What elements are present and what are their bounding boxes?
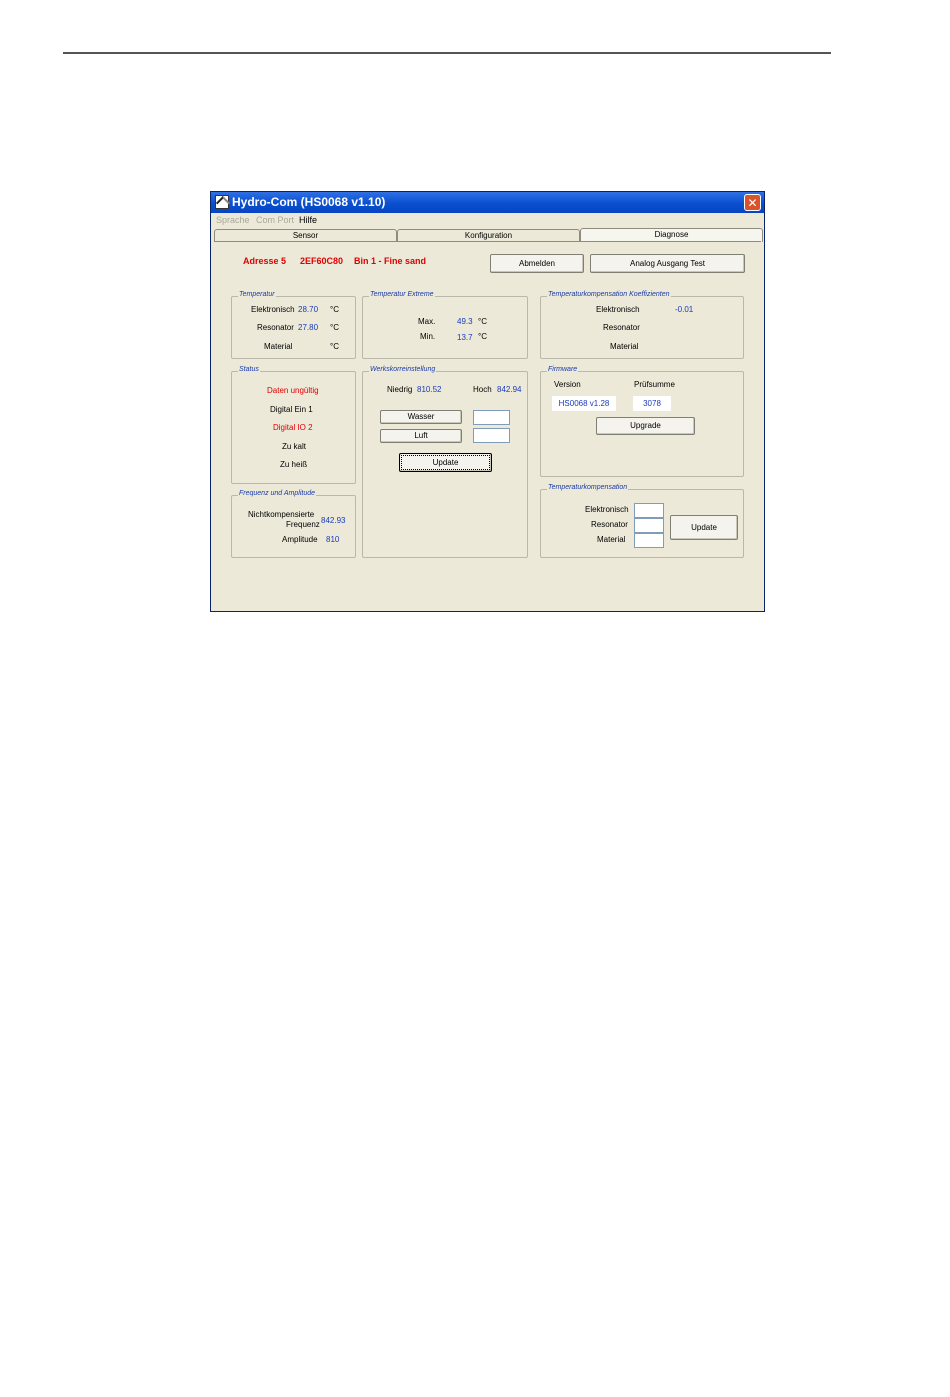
max-unit: °C	[478, 317, 487, 326]
group-title: Temperaturkompensation Koeffizienten	[547, 291, 671, 298]
nichtkompensierte-label: Nichtkompensierte	[248, 510, 315, 519]
temperatur-extreme-group: Temperatur Extreme Max. 49.3 °C Min. 13.…	[362, 291, 528, 359]
version-label: Version	[554, 380, 581, 389]
temp-resonator-value: 27.80	[298, 323, 319, 332]
firmware-group: Firmware Version Prüfsumme HS0068 v1.28 …	[540, 366, 744, 477]
wasser-button[interactable]: Wasser	[380, 410, 462, 424]
temperaturkompensation-koeffizienten-group: Temperaturkompensation Koeffizienten Ele…	[540, 291, 744, 359]
koeff-material-label: Material	[610, 342, 639, 351]
min-value: 13.7	[457, 333, 473, 342]
menu-bar: Sprache Com Port Hilfe	[211, 214, 764, 228]
tk-material-label: Material	[597, 535, 626, 544]
group-title: Status	[238, 366, 260, 373]
menu-sprache[interactable]: Sprache	[216, 215, 250, 225]
status-zu-heiss: Zu heiß	[280, 460, 308, 469]
temp-elektronisch-value: 28.70	[298, 305, 319, 314]
werkseinstellung-group: Werkskorreinstellung Niedrig 810.52 Hoch…	[362, 366, 528, 558]
tk-elektronisch-input[interactable]	[634, 503, 664, 518]
tk-update-button[interactable]: Update	[670, 515, 738, 540]
firmware-version-field: HS0068 v1.28	[552, 396, 616, 411]
app-window: Hydro-Com (HS0068 v1.10) ✕ Sprache Com P…	[210, 191, 765, 612]
status-daten-ungueltig: Daten ungültig	[267, 386, 319, 395]
menu-com-port[interactable]: Com Port	[256, 215, 294, 225]
temp-resonator-label: Resonator	[257, 323, 294, 332]
group-title: Firmware	[547, 366, 579, 373]
werks-update-button[interactable]: Update	[399, 453, 492, 472]
temp-unit: °C	[330, 342, 339, 351]
tab-konfiguration[interactable]: Konfiguration	[397, 229, 580, 241]
luft-button[interactable]: Luft	[380, 429, 462, 443]
max-label: Max.	[418, 317, 436, 326]
tk-resonator-label: Resonator	[591, 520, 628, 529]
status-zu-kalt: Zu kalt	[282, 442, 307, 451]
pruefsumme-field: 3078	[633, 396, 671, 411]
tk-material-input[interactable]	[634, 533, 664, 548]
temperatur-group: Temperatur Elektronisch 28.70 °C Resonat…	[231, 291, 356, 359]
temp-elektronisch-label: Elektronisch	[251, 305, 295, 314]
status-group: Status Daten ungültig Digital Ein 1 Digi…	[231, 366, 356, 484]
group-title: Frequenz und Amplitude	[238, 490, 317, 497]
max-value: 49.3	[457, 317, 473, 326]
tab-diagnose[interactable]: Diagnose	[580, 228, 763, 242]
temperaturkompensation-group: Temperaturkompensation Elektronisch Reso…	[540, 484, 744, 558]
group-title: Werkskorreinstellung	[369, 366, 437, 373]
wasser-input[interactable]	[473, 410, 510, 425]
koeff-elektronisch-label: Elektronisch	[596, 305, 640, 314]
page-top-rule	[63, 52, 831, 54]
abmelden-button[interactable]: Abmelden	[490, 254, 584, 273]
group-title: Temperatur	[238, 291, 276, 298]
temp-unit: °C	[330, 305, 339, 314]
tk-resonator-input[interactable]	[634, 518, 664, 533]
amplitude-value: 810	[326, 535, 340, 544]
min-unit: °C	[478, 332, 487, 341]
frequenz-value: 842.93	[321, 516, 346, 525]
niedrig-value: 810.52	[417, 385, 442, 394]
tk-elektronisch-label: Elektronisch	[585, 505, 629, 514]
firmware-upgrade-button[interactable]: Upgrade	[596, 417, 695, 435]
bin-label: Bin 1 - Fine sand	[354, 256, 427, 266]
address-label: Adresse 5	[243, 256, 287, 266]
niedrig-label: Niedrig	[387, 385, 413, 394]
title-bar[interactable]: Hydro-Com (HS0068 v1.10) ✕	[211, 192, 764, 213]
koeff-resonator-label: Resonator	[603, 323, 640, 332]
window-title: Hydro-Com (HS0068 v1.10)	[232, 195, 386, 209]
amplitude-label: Amplitude	[282, 535, 318, 544]
min-label: Min.	[420, 332, 436, 341]
temp-material-label: Material	[264, 342, 293, 351]
tab-sensor[interactable]: Sensor	[214, 229, 397, 241]
frequenz-label: Frequenz	[286, 520, 320, 529]
group-title: Temperatur Extreme	[369, 291, 435, 298]
temp-unit: °C	[330, 323, 339, 332]
close-icon[interactable]: ✕	[744, 194, 761, 211]
tab-panel-border	[214, 241, 761, 242]
frequenz-amplitude-group: Frequenz und Amplitude Nichtkompensierte…	[231, 490, 356, 558]
sensor-id-label: 2EF60C80	[300, 256, 344, 266]
status-digital-ein-1: Digital Ein 1	[270, 405, 313, 414]
koeff-elektronisch-value: -0.01	[675, 305, 694, 314]
app-icon	[215, 195, 229, 209]
analog-ausgang-test-button[interactable]: Analog Ausgang Test	[590, 254, 745, 273]
group-title: Temperaturkompensation	[547, 484, 629, 491]
hoch-label: Hoch	[473, 385, 492, 394]
status-digital-io-2: Digital IO 2	[273, 423, 313, 432]
hoch-value: 842.94	[497, 385, 522, 394]
menu-hilfe[interactable]: Hilfe	[299, 215, 317, 225]
luft-input[interactable]	[473, 428, 510, 443]
pruefsumme-label: Prüfsumme	[634, 380, 675, 389]
